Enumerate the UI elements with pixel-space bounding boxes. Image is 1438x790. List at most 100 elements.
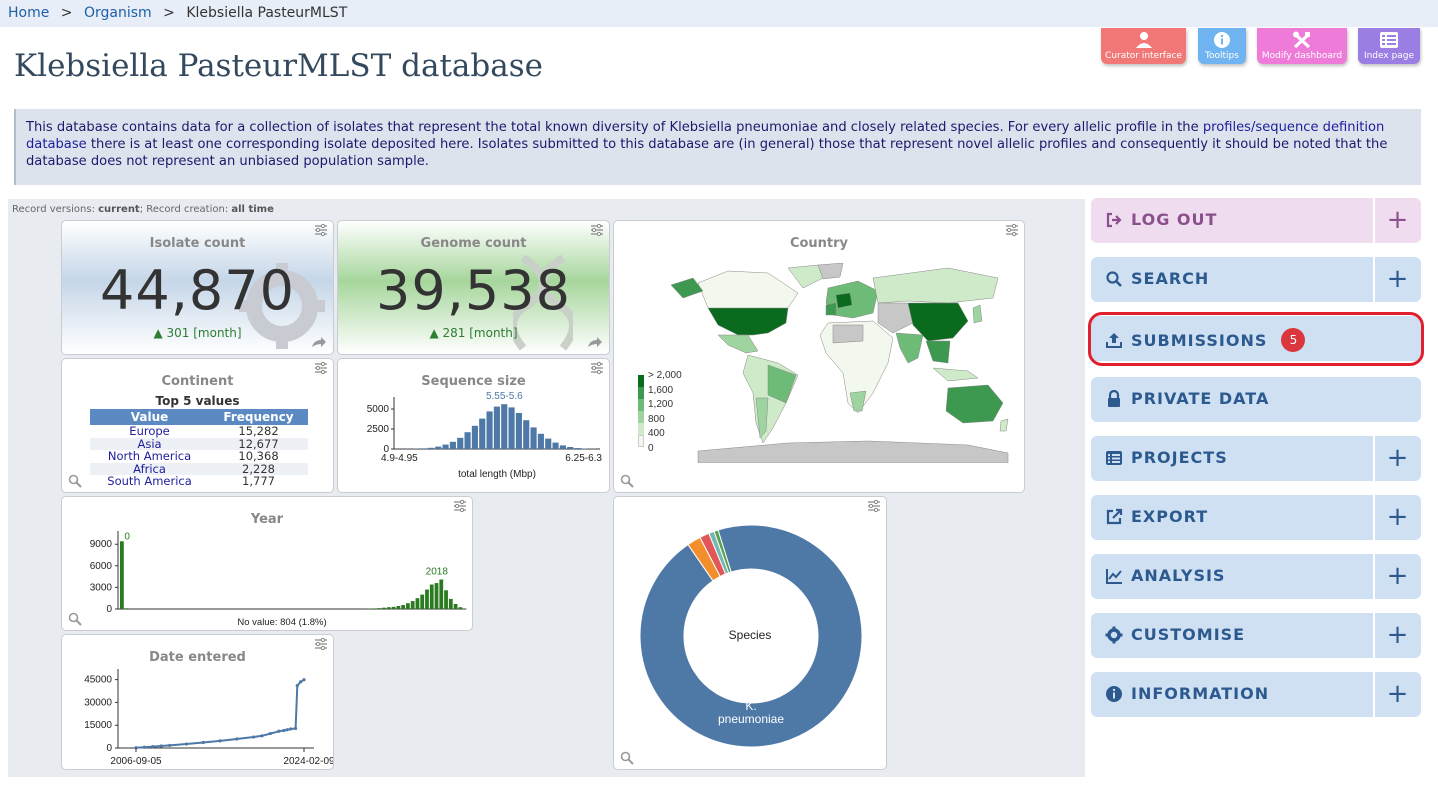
continent-value[interactable]: South America: [90, 475, 209, 488]
y-tick-label: 9000: [90, 539, 113, 550]
map-region[interactable]: [697, 440, 1009, 463]
search-expand-button[interactable]: +: [1373, 257, 1421, 302]
analysis-button[interactable]: ANALYSIS +: [1091, 554, 1421, 599]
country-widget[interactable]: Country > 2,000 1,600 1,200 800 400 0: [613, 220, 1025, 493]
histogram-bar: [429, 584, 434, 609]
export-button[interactable]: EXPORT +: [1091, 495, 1421, 540]
highlight-ring: [1088, 312, 1424, 366]
modify-dashboard-button[interactable]: Modify dashboard: [1257, 28, 1347, 64]
map-region[interactable]: [717, 334, 759, 354]
map-region[interactable]: [670, 277, 704, 299]
map-region[interactable]: [972, 304, 983, 324]
breadcrumb-organism-link[interactable]: Organism: [84, 5, 152, 21]
widget-settings-icon[interactable]: [1005, 223, 1019, 237]
histogram-bar: [434, 583, 439, 609]
dashboard-meta: Record versions: current; Record creatio…: [12, 204, 274, 215]
index-page-button[interactable]: Index page: [1358, 28, 1420, 64]
map-region[interactable]: [849, 390, 867, 412]
date-point: [295, 684, 299, 688]
continent-value[interactable]: Europe: [90, 425, 209, 438]
logout-button[interactable]: LOG OUT +: [1091, 198, 1421, 243]
world-map[interactable]: [668, 263, 1012, 463]
lock-icon: [1108, 389, 1120, 407]
export-expand-button[interactable]: +: [1373, 495, 1421, 540]
share-icon[interactable]: [311, 336, 327, 348]
zoom-icon[interactable]: [620, 474, 634, 488]
date-point: [282, 728, 286, 733]
map-region[interactable]: [825, 302, 837, 316]
widget-settings-icon[interactable]: [314, 637, 328, 651]
date-entered-widget[interactable]: Date entered 0 15000 30000 45000 2006-09-05 2…: [61, 634, 334, 770]
breadcrumb-home-link[interactable]: Home: [8, 5, 49, 21]
widget-settings-icon[interactable]: [867, 499, 881, 513]
curator-interface-button[interactable]: Curator interface: [1101, 28, 1186, 64]
isolate-delta-text: 301 [month]: [166, 326, 242, 340]
year-widget[interactable]: Year 0 3000 6000 9000 0 2018 No value: 804 (1.…: [61, 496, 473, 631]
date-point: [142, 745, 146, 749]
description-text: This database contains data for a collec…: [26, 120, 1203, 135]
continent-title: Continent: [161, 374, 234, 389]
zoom-icon[interactable]: [68, 474, 82, 488]
map-region[interactable]: [999, 418, 1009, 432]
genome-count-value: 39,538: [376, 259, 571, 322]
information-expand-button[interactable]: +: [1373, 672, 1421, 717]
legend-swatch: [638, 423, 644, 435]
sequence-size-chart[interactable]: 0250050005.55-5.64.9-4.95 6.25-6.3total l…: [338, 359, 610, 493]
share-icon[interactable]: [587, 336, 603, 348]
information-button[interactable]: INFORMATION +: [1091, 672, 1421, 717]
projects-button[interactable]: PROJECTS +: [1091, 436, 1421, 481]
x-axis-label: total length (Mbp): [458, 469, 536, 480]
map-region[interactable]: [872, 267, 999, 304]
x-tick-label: 2024-02-09: [283, 756, 334, 767]
widget-settings-icon[interactable]: [590, 223, 604, 237]
y-tick-label: 45000: [84, 675, 112, 686]
tooltips-button[interactable]: Tooltips: [1198, 28, 1246, 64]
continent-widget[interactable]: Continent Top 5 values Value Frequency E…: [61, 358, 334, 493]
legend-label: > 2,000: [648, 370, 682, 381]
map-region[interactable]: [707, 307, 789, 336]
map-region[interactable]: [932, 367, 979, 382]
customise-button[interactable]: CUSTOMISE +: [1091, 613, 1421, 658]
map-region[interactable]: [832, 324, 864, 344]
continent-value[interactable]: North America: [90, 450, 209, 463]
projects-expand-button[interactable]: +: [1373, 436, 1421, 481]
histogram-bar: [124, 608, 129, 609]
histogram-bar: [574, 448, 581, 449]
map-region[interactable]: [895, 332, 924, 364]
isolate-count-widget[interactable]: Isolate count 44,870 ▲ 301 [month]: [61, 220, 334, 355]
search-button[interactable]: SEARCH +: [1091, 257, 1421, 302]
map-region[interactable]: [835, 292, 853, 309]
histogram-bar: [391, 606, 396, 609]
peak-label: 0: [124, 531, 130, 542]
sequence-size-widget[interactable]: Sequence size 0 2500 5000 5.55-5.6 4.9-4.95 6…: [337, 358, 610, 493]
map-region[interactable]: [945, 384, 1004, 424]
y-tick-label: 5000: [367, 404, 390, 415]
widget-settings-icon[interactable]: [590, 361, 604, 375]
species-widget[interactable]: Species K. pneumoniae: [613, 496, 887, 770]
widget-settings-icon[interactable]: [314, 223, 328, 237]
year-chart[interactable]: 0 3000 6000 9000 0 2018 No value: 804 (1.8%): [62, 497, 473, 631]
map-region[interactable]: [877, 302, 914, 334]
record-versions-label: Record versions:: [12, 204, 99, 215]
genome-count-widget[interactable]: Genome count 39,538 ▲ 281 [month]: [337, 220, 610, 355]
zoom-icon[interactable]: [68, 612, 82, 626]
widget-settings-icon[interactable]: [453, 499, 467, 513]
legend-label: 800: [648, 413, 665, 425]
histogram-bar: [439, 579, 444, 609]
histogram-bar: [415, 598, 420, 609]
customise-expand-button[interactable]: +: [1373, 613, 1421, 658]
zoom-icon[interactable]: [620, 751, 634, 765]
date-entered-chart[interactable]: 0 15000 30000 45000 2006-09-05 2024-02-09: [62, 635, 334, 770]
private-data-button[interactable]: PRIVATE DATA: [1091, 377, 1421, 422]
private-data-label: PRIVATE DATA: [1131, 389, 1270, 408]
legend-labels: > 2,000 1,600 1,200 800 400 0: [648, 369, 682, 456]
date-point: [268, 731, 272, 736]
widget-settings-icon[interactable]: [314, 361, 328, 375]
index-page-label: Index page: [1363, 51, 1415, 61]
map-region[interactable]: [787, 264, 824, 289]
logout-expand-button[interactable]: +: [1373, 198, 1421, 243]
histogram-bar: [427, 447, 434, 449]
person-icon: [1101, 31, 1186, 51]
map-region[interactable]: [925, 340, 951, 364]
analysis-expand-button[interactable]: +: [1373, 554, 1421, 599]
